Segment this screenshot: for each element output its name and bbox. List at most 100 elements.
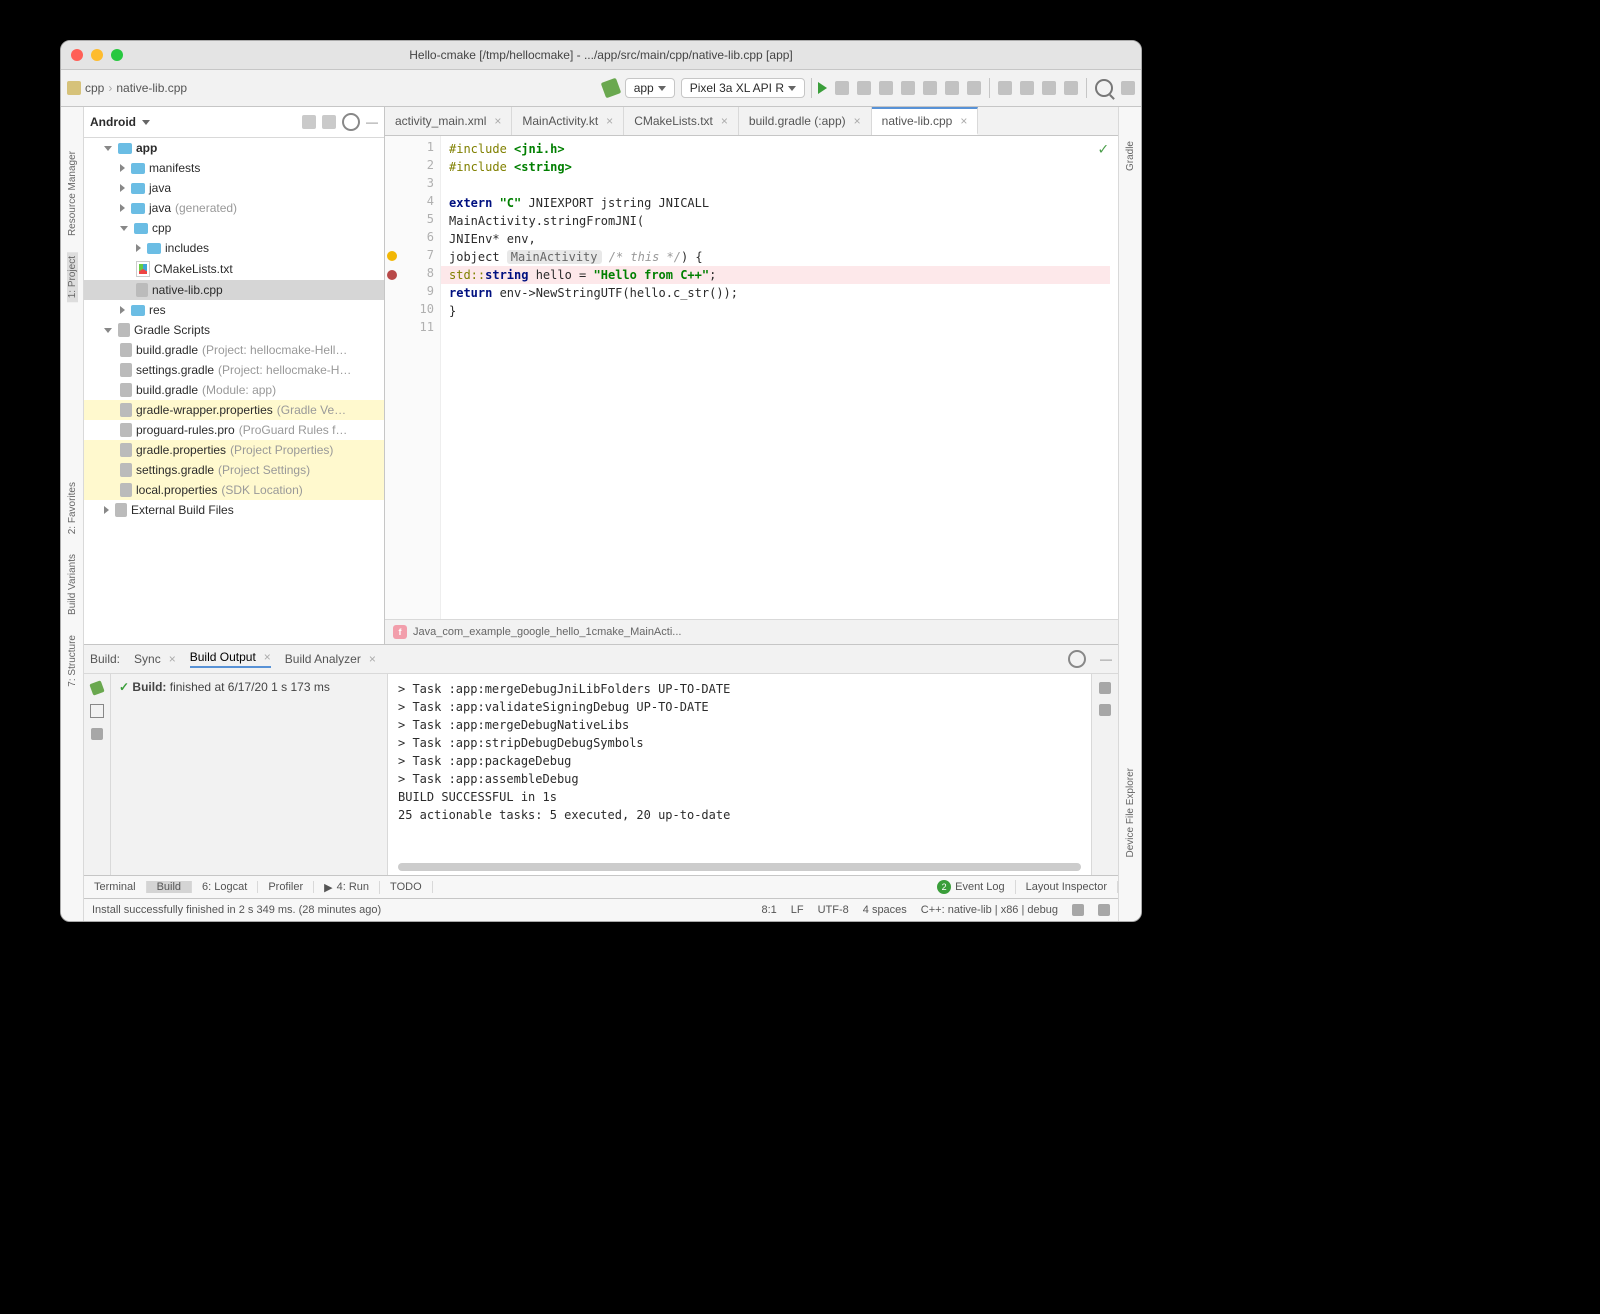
close-icon[interactable]: × <box>960 114 967 128</box>
code-area[interactable]: ✓ #include <jni.h> #include <string> ext… <box>441 136 1118 619</box>
build-console[interactable]: > Task :app:mergeDebugJniLibFolders UP-T… <box>388 674 1091 875</box>
tool-terminal[interactable]: Terminal <box>84 881 147 893</box>
avd-icon[interactable] <box>998 81 1012 95</box>
tree-nativelib[interactable]: native-lib.cpp <box>152 283 223 297</box>
tree-gradle-props[interactable]: gradle.properties <box>136 443 226 457</box>
profile-icon[interactable] <box>923 81 937 95</box>
tree-res[interactable]: res <box>149 303 166 317</box>
device-selector[interactable]: Pixel 3a XL API R <box>681 78 805 98</box>
line-sep[interactable]: LF <box>791 904 804 916</box>
minimize-icon[interactable] <box>91 49 103 61</box>
sync-gradle-icon[interactable] <box>1042 81 1056 95</box>
eye-icon[interactable] <box>91 728 103 740</box>
resource-manager-tool[interactable]: Resource Manager <box>67 147 78 240</box>
tree-external-build[interactable]: External Build Files <box>131 503 234 517</box>
hide-icon[interactable]: — <box>1100 652 1112 666</box>
hammer-icon[interactable] <box>600 78 621 99</box>
tree-java[interactable]: java <box>149 181 171 195</box>
tool-logcat[interactable]: 6: Logcat <box>192 881 258 893</box>
build-tree[interactable]: ✓ Build: finished at 6/17/20 1 s 173 ms <box>111 674 388 875</box>
line-number[interactable]: 4 <box>385 194 440 212</box>
expand-icon[interactable] <box>322 115 336 129</box>
line-number[interactable]: 1 <box>385 140 440 158</box>
encoding[interactable]: UTF-8 <box>818 904 849 916</box>
tab-activity-main[interactable]: activity_main.xml× <box>385 107 512 135</box>
apply-changes-icon[interactable] <box>835 81 849 95</box>
stop-icon[interactable] <box>967 81 981 95</box>
gutter[interactable]: 1 2 3 4 5 6 7 8 9 10 11 <box>385 136 441 619</box>
close-icon[interactable]: × <box>494 114 501 128</box>
tree-app[interactable]: app <box>136 141 157 155</box>
project-tree[interactable]: app manifests java java (generated) cpp … <box>84 138 384 644</box>
tree-cpp[interactable]: cpp <box>152 221 171 235</box>
run-icon[interactable] <box>818 82 827 94</box>
tree-includes[interactable]: includes <box>165 241 209 255</box>
tool-event-log[interactable]: 2 Event Log <box>927 880 1016 894</box>
device-explorer-tool[interactable]: Device File Explorer <box>1125 764 1136 861</box>
tab-build-gradle[interactable]: build.gradle (:app)× <box>739 107 872 135</box>
build-tab-analyzer[interactable]: Build Analyzer× <box>285 652 376 666</box>
line-number[interactable]: 5 <box>385 212 440 230</box>
tree-proguard[interactable]: proguard-rules.pro <box>136 423 235 437</box>
structure-tool[interactable]: 7: Structure <box>67 631 78 691</box>
tool-todo[interactable]: TODO <box>380 881 433 893</box>
close-icon[interactable]: × <box>264 650 271 664</box>
close-icon[interactable]: × <box>169 652 176 666</box>
line-number[interactable]: 2 <box>385 158 440 176</box>
tool-run[interactable]: ▶ 4: Run <box>314 881 380 894</box>
build-tab-sync[interactable]: Sync× <box>134 652 176 666</box>
hammer-icon[interactable] <box>89 680 104 695</box>
tree-build-gradle[interactable]: build.gradle <box>136 343 198 357</box>
caret-pos[interactable]: 8:1 <box>761 904 776 916</box>
close-icon[interactable] <box>71 49 83 61</box>
tree-manifests[interactable]: manifests <box>149 161 200 175</box>
line-number[interactable]: 7 <box>385 248 440 266</box>
nav-crumb[interactable]: f Java_com_example_google_hello_1cmake_M… <box>385 619 1118 644</box>
module-selector[interactable]: app <box>625 78 675 98</box>
monitor-icon[interactable] <box>1098 904 1110 916</box>
tab-cmakelists[interactable]: CMakeLists.txt× <box>624 107 739 135</box>
soft-wrap-icon[interactable] <box>1099 682 1111 694</box>
tree-settings-gradle[interactable]: settings.gradle <box>136 363 214 377</box>
tab-native-lib[interactable]: native-lib.cpp× <box>872 107 979 135</box>
line-number[interactable]: 3 <box>385 176 440 194</box>
debug-icon[interactable] <box>879 81 893 95</box>
pin-icon[interactable] <box>90 704 104 718</box>
scrollbar-horizontal[interactable] <box>398 863 1081 871</box>
lock-icon[interactable] <box>1072 904 1084 916</box>
attach-icon[interactable] <box>945 81 959 95</box>
emulator-icon[interactable] <box>1064 81 1078 95</box>
favorites-tool[interactable]: 2: Favorites <box>67 478 78 538</box>
close-icon[interactable]: × <box>721 114 728 128</box>
inspection-ok-icon[interactable]: ✓ <box>1098 140 1108 158</box>
line-number[interactable]: 10 <box>385 302 440 320</box>
coverage-icon[interactable] <box>901 81 915 95</box>
user-icon[interactable] <box>1121 81 1135 95</box>
tree-local-props[interactable]: local.properties <box>136 483 217 497</box>
tree-cmakelists[interactable]: CMakeLists.txt <box>154 262 233 276</box>
scroll-end-icon[interactable] <box>1099 704 1111 716</box>
build-tab-output[interactable]: Build Output× <box>190 650 271 668</box>
tool-build[interactable]: Build <box>147 881 192 893</box>
tool-layout-inspector[interactable]: Layout Inspector <box>1016 881 1118 893</box>
close-icon[interactable]: × <box>369 652 376 666</box>
context[interactable]: C++: native-lib | x86 | debug <box>921 904 1058 916</box>
gear-icon[interactable] <box>1068 650 1086 668</box>
line-number[interactable]: 6 <box>385 230 440 248</box>
zoom-icon[interactable] <box>111 49 123 61</box>
gradle-tool[interactable]: Gradle <box>1125 137 1136 175</box>
close-icon[interactable]: × <box>606 114 613 128</box>
chevron-down-icon[interactable] <box>142 120 150 125</box>
tree-java-gen[interactable]: java <box>149 201 171 215</box>
project-tool[interactable]: 1: Project <box>67 252 78 302</box>
hide-icon[interactable]: — <box>366 115 378 129</box>
target-icon[interactable] <box>302 115 316 129</box>
build-variants-tool[interactable]: Build Variants <box>67 550 78 619</box>
gear-icon[interactable] <box>342 113 360 131</box>
sdk-icon[interactable] <box>1020 81 1034 95</box>
tab-main-activity[interactable]: MainActivity.kt× <box>512 107 624 135</box>
breakpoint-line[interactable]: 8 <box>385 266 440 284</box>
line-number[interactable]: 11 <box>385 320 440 338</box>
indent[interactable]: 4 spaces <box>863 904 907 916</box>
project-mode[interactable]: Android <box>90 115 136 129</box>
